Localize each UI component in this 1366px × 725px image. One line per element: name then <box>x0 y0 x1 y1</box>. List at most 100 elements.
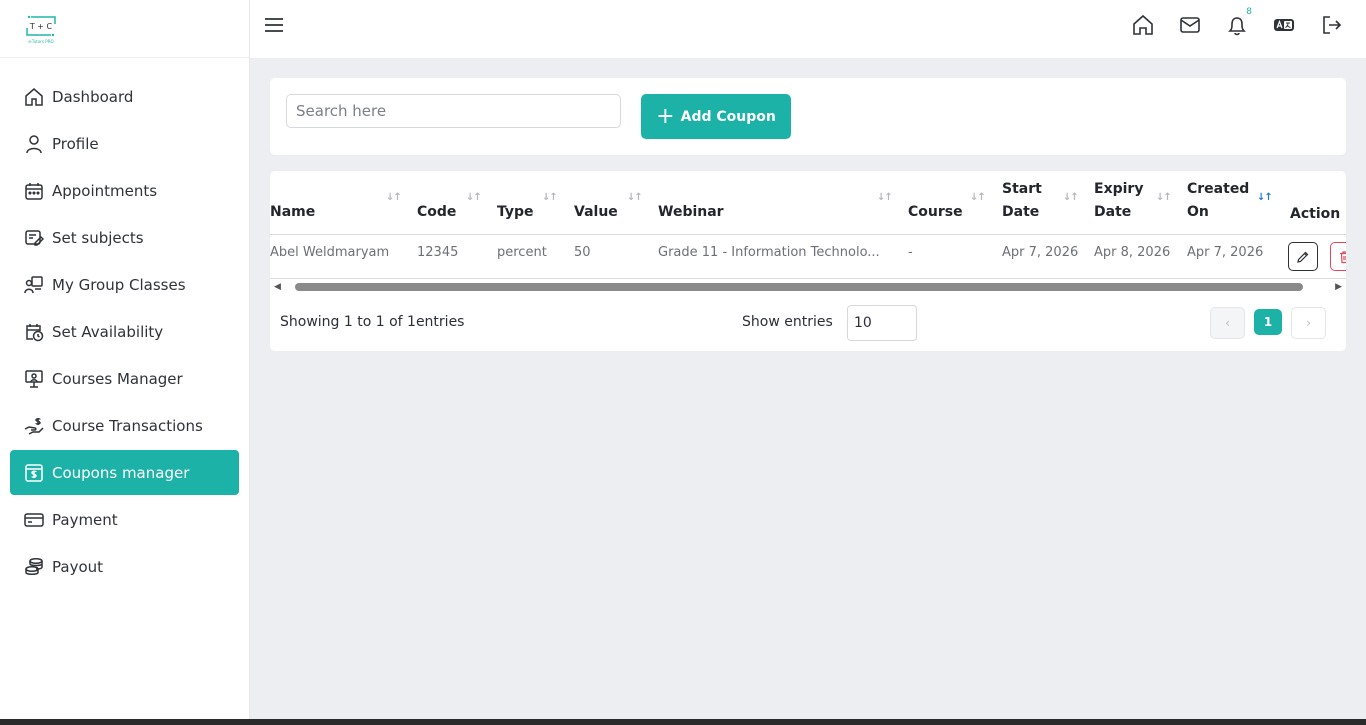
column-header-course[interactable]: Course ↓↑ <box>908 171 988 235</box>
cell-start-date: Apr 7, 2026 <box>1002 245 1079 260</box>
hand-dollar-icon <box>24 416 44 436</box>
sort-icon: ↓↑ <box>386 192 402 203</box>
language-icon[interactable] <box>1272 13 1296 37</box>
sidebar-item-label: Coupons manager <box>52 463 190 482</box>
sidebar-item-set-subjects[interactable]: Set subjects <box>10 215 239 260</box>
column-header-action: Action <box>1290 206 1341 222</box>
sort-icon: ↓↑ <box>627 192 643 203</box>
calendar-icon <box>24 181 44 201</box>
sort-icon: ↓↑ <box>970 192 986 203</box>
cell-type: percent <box>497 245 547 260</box>
column-header-start-date[interactable]: Start Date ↓↑ <box>1002 171 1082 235</box>
sidebar-item-appointments[interactable]: Appointments <box>10 168 239 213</box>
sidebar-item-coupons-manager[interactable]: Coupons manager <box>10 450 239 495</box>
cell-value: 50 <box>574 245 591 260</box>
sidebar-nav: Dashboard Profile Appointments Set subje… <box>0 58 249 589</box>
topbar: 8 <box>250 0 1366 58</box>
sidebar: T + C e-Tutors PRO Dashboard Profile App… <box>0 0 250 725</box>
search-input[interactable] <box>286 94 621 128</box>
sort-icon: ↓↑ <box>542 192 558 203</box>
cell-name: Abel Weldmaryam <box>270 245 390 260</box>
logo[interactable]: T + C e-Tutors PRO <box>22 14 60 44</box>
sort-desc-icon: ↓↑ <box>1257 192 1273 203</box>
delete-button[interactable] <box>1330 242 1346 271</box>
pagination-page-1[interactable]: 1 <box>1254 309 1282 335</box>
column-header-created-on[interactable]: Created On ↓↑ <box>1187 171 1277 235</box>
show-entries-label: Show entries <box>742 314 833 330</box>
sidebar-item-profile[interactable]: Profile <box>10 121 239 166</box>
edit-button[interactable] <box>1288 242 1318 271</box>
group-classes-icon <box>24 275 44 295</box>
user-icon <box>24 134 44 154</box>
coupons-table-card: Name ↓↑ Code ↓↑ Type ↓↑ Value ↓↑ Webinar… <box>270 171 1346 351</box>
sort-icon: ↓↑ <box>466 192 482 203</box>
column-header-name[interactable]: Name ↓↑ <box>270 171 402 235</box>
sidebar-item-course-transactions[interactable]: Course Transactions <box>10 403 239 448</box>
mail-icon[interactable] <box>1178 13 1202 37</box>
bottom-edge-bar <box>0 719 1366 725</box>
logout-icon[interactable] <box>1319 13 1343 37</box>
coins-icon <box>24 557 44 577</box>
sidebar-item-dashboard[interactable]: Dashboard <box>10 74 239 119</box>
sidebar-item-label: Appointments <box>52 181 158 200</box>
home-icon[interactable] <box>1131 13 1155 37</box>
column-header-expiry-date[interactable]: Expiry Date ↓↑ <box>1094 171 1174 235</box>
cell-expiry-date: Apr 8, 2026 <box>1094 245 1171 260</box>
show-entries-input[interactable] <box>847 305 917 341</box>
hamburger-menu-icon[interactable] <box>264 17 284 33</box>
scroll-right-arrow-icon[interactable]: ▶ <box>1335 282 1342 292</box>
presentation-icon <box>24 369 44 389</box>
plus-icon: + <box>656 103 675 129</box>
horizontal-scrollbar[interactable]: ◀ ▶ <box>270 279 1346 295</box>
sort-icon: ↓↑ <box>877 192 893 203</box>
pagination-next-button[interactable]: › <box>1291 307 1326 339</box>
sidebar-item-label: Set Availability <box>52 322 164 341</box>
pagination-prev-button[interactable]: ‹ <box>1210 307 1245 339</box>
table-row: Abel Weldmaryam 12345 percent 50 Grade 1… <box>270 235 1346 279</box>
calendar-clock-icon <box>24 322 44 342</box>
subjects-icon <box>24 228 44 248</box>
sidebar-item-label: Courses Manager <box>52 369 183 388</box>
column-header-type[interactable]: Type ↓↑ <box>497 171 558 235</box>
add-coupon-label: Add Coupon <box>680 108 776 125</box>
table-info: Showing 1 to 1 of 1entries <box>280 314 465 330</box>
sidebar-item-label: Profile <box>52 134 99 153</box>
notification-badge: 8 <box>1246 7 1252 17</box>
add-coupon-button[interactable]: + Add Coupon <box>641 94 791 139</box>
chevron-left-icon: ‹ <box>1225 316 1230 330</box>
credit-card-icon <box>24 510 44 530</box>
home-icon <box>24 87 44 107</box>
cell-webinar: Grade 11 - Information Technolo... <box>658 245 880 260</box>
sort-icon: ↓↑ <box>1156 192 1172 203</box>
search-card: + Add Coupon <box>270 78 1346 155</box>
chevron-right-icon: › <box>1306 316 1311 330</box>
sidebar-item-payout[interactable]: Payout <box>10 544 239 589</box>
cell-code: 12345 <box>417 245 459 260</box>
sidebar-item-label: Payout <box>52 557 104 576</box>
coupon-icon <box>24 463 44 483</box>
bell-icon[interactable]: 8 <box>1225 7 1252 37</box>
column-header-value[interactable]: Value ↓↑ <box>574 171 644 235</box>
sidebar-item-courses-manager[interactable]: Courses Manager <box>10 356 239 401</box>
pencil-icon <box>1297 251 1309 263</box>
column-header-code[interactable]: Code ↓↑ <box>417 171 482 235</box>
topbar-actions: 8 <box>1131 7 1366 37</box>
column-header-webinar[interactable]: Webinar ↓↑ <box>658 171 893 235</box>
sidebar-item-label: Payment <box>52 510 118 529</box>
sidebar-item-set-availability[interactable]: Set Availability <box>10 309 239 354</box>
cell-course: - <box>908 245 913 260</box>
logo-icon: T + C <box>26 15 56 36</box>
sidebar-item-label: Course Transactions <box>52 416 203 435</box>
sidebar-item-payment[interactable]: Payment <box>10 497 239 542</box>
sort-icon: ↓↑ <box>1063 192 1079 203</box>
logo-subtitle: e-Tutors PRO <box>28 38 54 44</box>
trash-icon <box>1340 250 1346 263</box>
sidebar-item-label: Set subjects <box>52 228 144 247</box>
logo-area: T + C e-Tutors PRO <box>0 0 249 58</box>
sidebar-item-label: Dashboard <box>52 87 134 106</box>
scroll-left-arrow-icon[interactable]: ◀ <box>274 282 281 292</box>
svg-text:T + C: T + C <box>29 22 53 31</box>
scrollbar-thumb[interactable] <box>295 283 1303 291</box>
table-header: Name ↓↑ Code ↓↑ Type ↓↑ Value ↓↑ Webinar… <box>270 171 1346 235</box>
sidebar-item-my-group-classes[interactable]: My Group Classes <box>10 262 239 307</box>
